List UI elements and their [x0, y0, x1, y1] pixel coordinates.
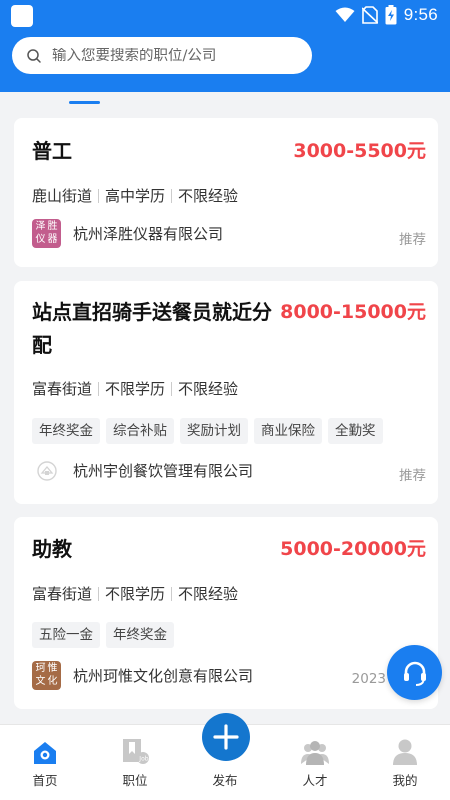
home-icon [34, 742, 56, 764]
benefit-tag: 五险一金 [32, 622, 100, 648]
benefit-tags: 五险一金 年终奖金 [32, 622, 174, 648]
job-experience: 不限经验 [178, 187, 239, 205]
company-logo: 泽胜仪器 [32, 219, 61, 248]
benefit-tag: 年终奖金 [106, 622, 174, 648]
header: 9:56 [0, 0, 450, 92]
nav-label: 人才 [302, 773, 328, 788]
job-location: 鹿山街道 [32, 187, 93, 205]
nav-label: 职位 [122, 773, 148, 788]
no-sim-icon [361, 6, 378, 24]
company-row[interactable]: 杭州宇创餐饮管理有限公司 [32, 456, 253, 485]
customer-service-button[interactable] [387, 645, 442, 700]
job-title: 普工 [32, 139, 72, 163]
recommend-badge: 推荐 [399, 232, 426, 248]
user-icon [393, 739, 417, 765]
nav-home[interactable]: 首页 [0, 725, 90, 800]
job-icon: Job [123, 739, 149, 764]
status-time: 9:56 [403, 5, 438, 24]
company-row[interactable]: 泽胜仪器 杭州泽胜仪器有限公司 [32, 219, 223, 248]
benefit-tag: 商业保险 [254, 418, 322, 444]
headset-icon [403, 661, 426, 686]
recommend-badge: 推荐 [399, 468, 426, 484]
benefit-tag: 全勤奖 [328, 418, 383, 444]
plus-icon [213, 724, 239, 750]
company-name: 杭州泽胜仪器有限公司 [73, 225, 224, 243]
job-experience: 不限经验 [178, 585, 239, 603]
company-name: 杭州珂惟文化创意有限公司 [73, 667, 254, 685]
job-salary: 8000-15000元 [280, 301, 426, 323]
nav-label: 我的 [392, 773, 418, 788]
job-salary: 3000-5500元 [293, 140, 426, 162]
search-icon [27, 48, 41, 63]
benefit-tag: 年终奖金 [32, 418, 100, 444]
svg-text:Job: Job [138, 756, 148, 763]
wifi-icon [335, 7, 355, 22]
people-icon [301, 741, 329, 765]
status-icons: 9:56 [335, 3, 438, 27]
job-card[interactable]: 普工 3000-5500元 鹿山街道 高中学历 不限经验 泽胜仪器 杭州泽胜仪器… [14, 118, 438, 267]
job-title: 站点直招骑手送餐员就近分 配 [32, 300, 272, 357]
battery-charging-icon [385, 5, 397, 25]
job-requirements: 富春街道 不限学历 不限经验 [32, 583, 238, 604]
status-bar: 9:56 [0, 0, 450, 30]
job-salary: 5000-20000元 [280, 538, 426, 560]
job-requirements: 富春街道 不限学历 不限经验 [32, 378, 238, 399]
job-education: 不限学历 [105, 585, 166, 603]
post-date: 2023 [351, 671, 386, 687]
job-education: 不限学历 [105, 380, 166, 398]
nav-label: 首页 [32, 773, 58, 788]
company-name: 杭州宇创餐饮管理有限公司 [73, 462, 254, 480]
app-notification-icon [11, 5, 33, 27]
job-location: 富春街道 [32, 585, 93, 603]
company-logo: 珂惟文化 [32, 661, 61, 690]
nav-label: 发布 [212, 773, 238, 788]
nav-jobs[interactable]: Job 职位 [90, 725, 180, 800]
job-title: 助教 [32, 537, 72, 561]
search-input[interactable] [52, 47, 292, 64]
benefit-tags: 年终奖金 综合补贴 奖励计划 商业保险 全勤奖 [32, 418, 383, 444]
nav-talent[interactable]: 人才 [270, 725, 360, 800]
job-experience: 不限经验 [178, 380, 239, 398]
nav-profile[interactable]: 我的 [360, 725, 450, 800]
job-education: 高中学历 [105, 187, 166, 205]
benefit-tag: 综合补贴 [106, 418, 174, 444]
job-card[interactable]: 站点直招骑手送餐员就近分 配 8000-15000元 富春街道 不限学历 不限经… [14, 281, 438, 504]
company-row[interactable]: 珂惟文化 杭州珂惟文化创意有限公司 [32, 661, 253, 690]
search-bar[interactable] [12, 37, 312, 74]
company-logo-placeholder-icon [32, 456, 61, 485]
active-tab-indicator [69, 101, 100, 104]
publish-button[interactable] [202, 713, 250, 761]
benefit-tag: 奖励计划 [180, 418, 248, 444]
job-card[interactable]: 助教 5000-20000元 富春街道 不限学历 不限经验 五险一金 年终奖金 … [14, 517, 438, 709]
job-location: 富春街道 [32, 380, 93, 398]
job-requirements: 鹿山街道 高中学历 不限经验 [32, 185, 238, 206]
